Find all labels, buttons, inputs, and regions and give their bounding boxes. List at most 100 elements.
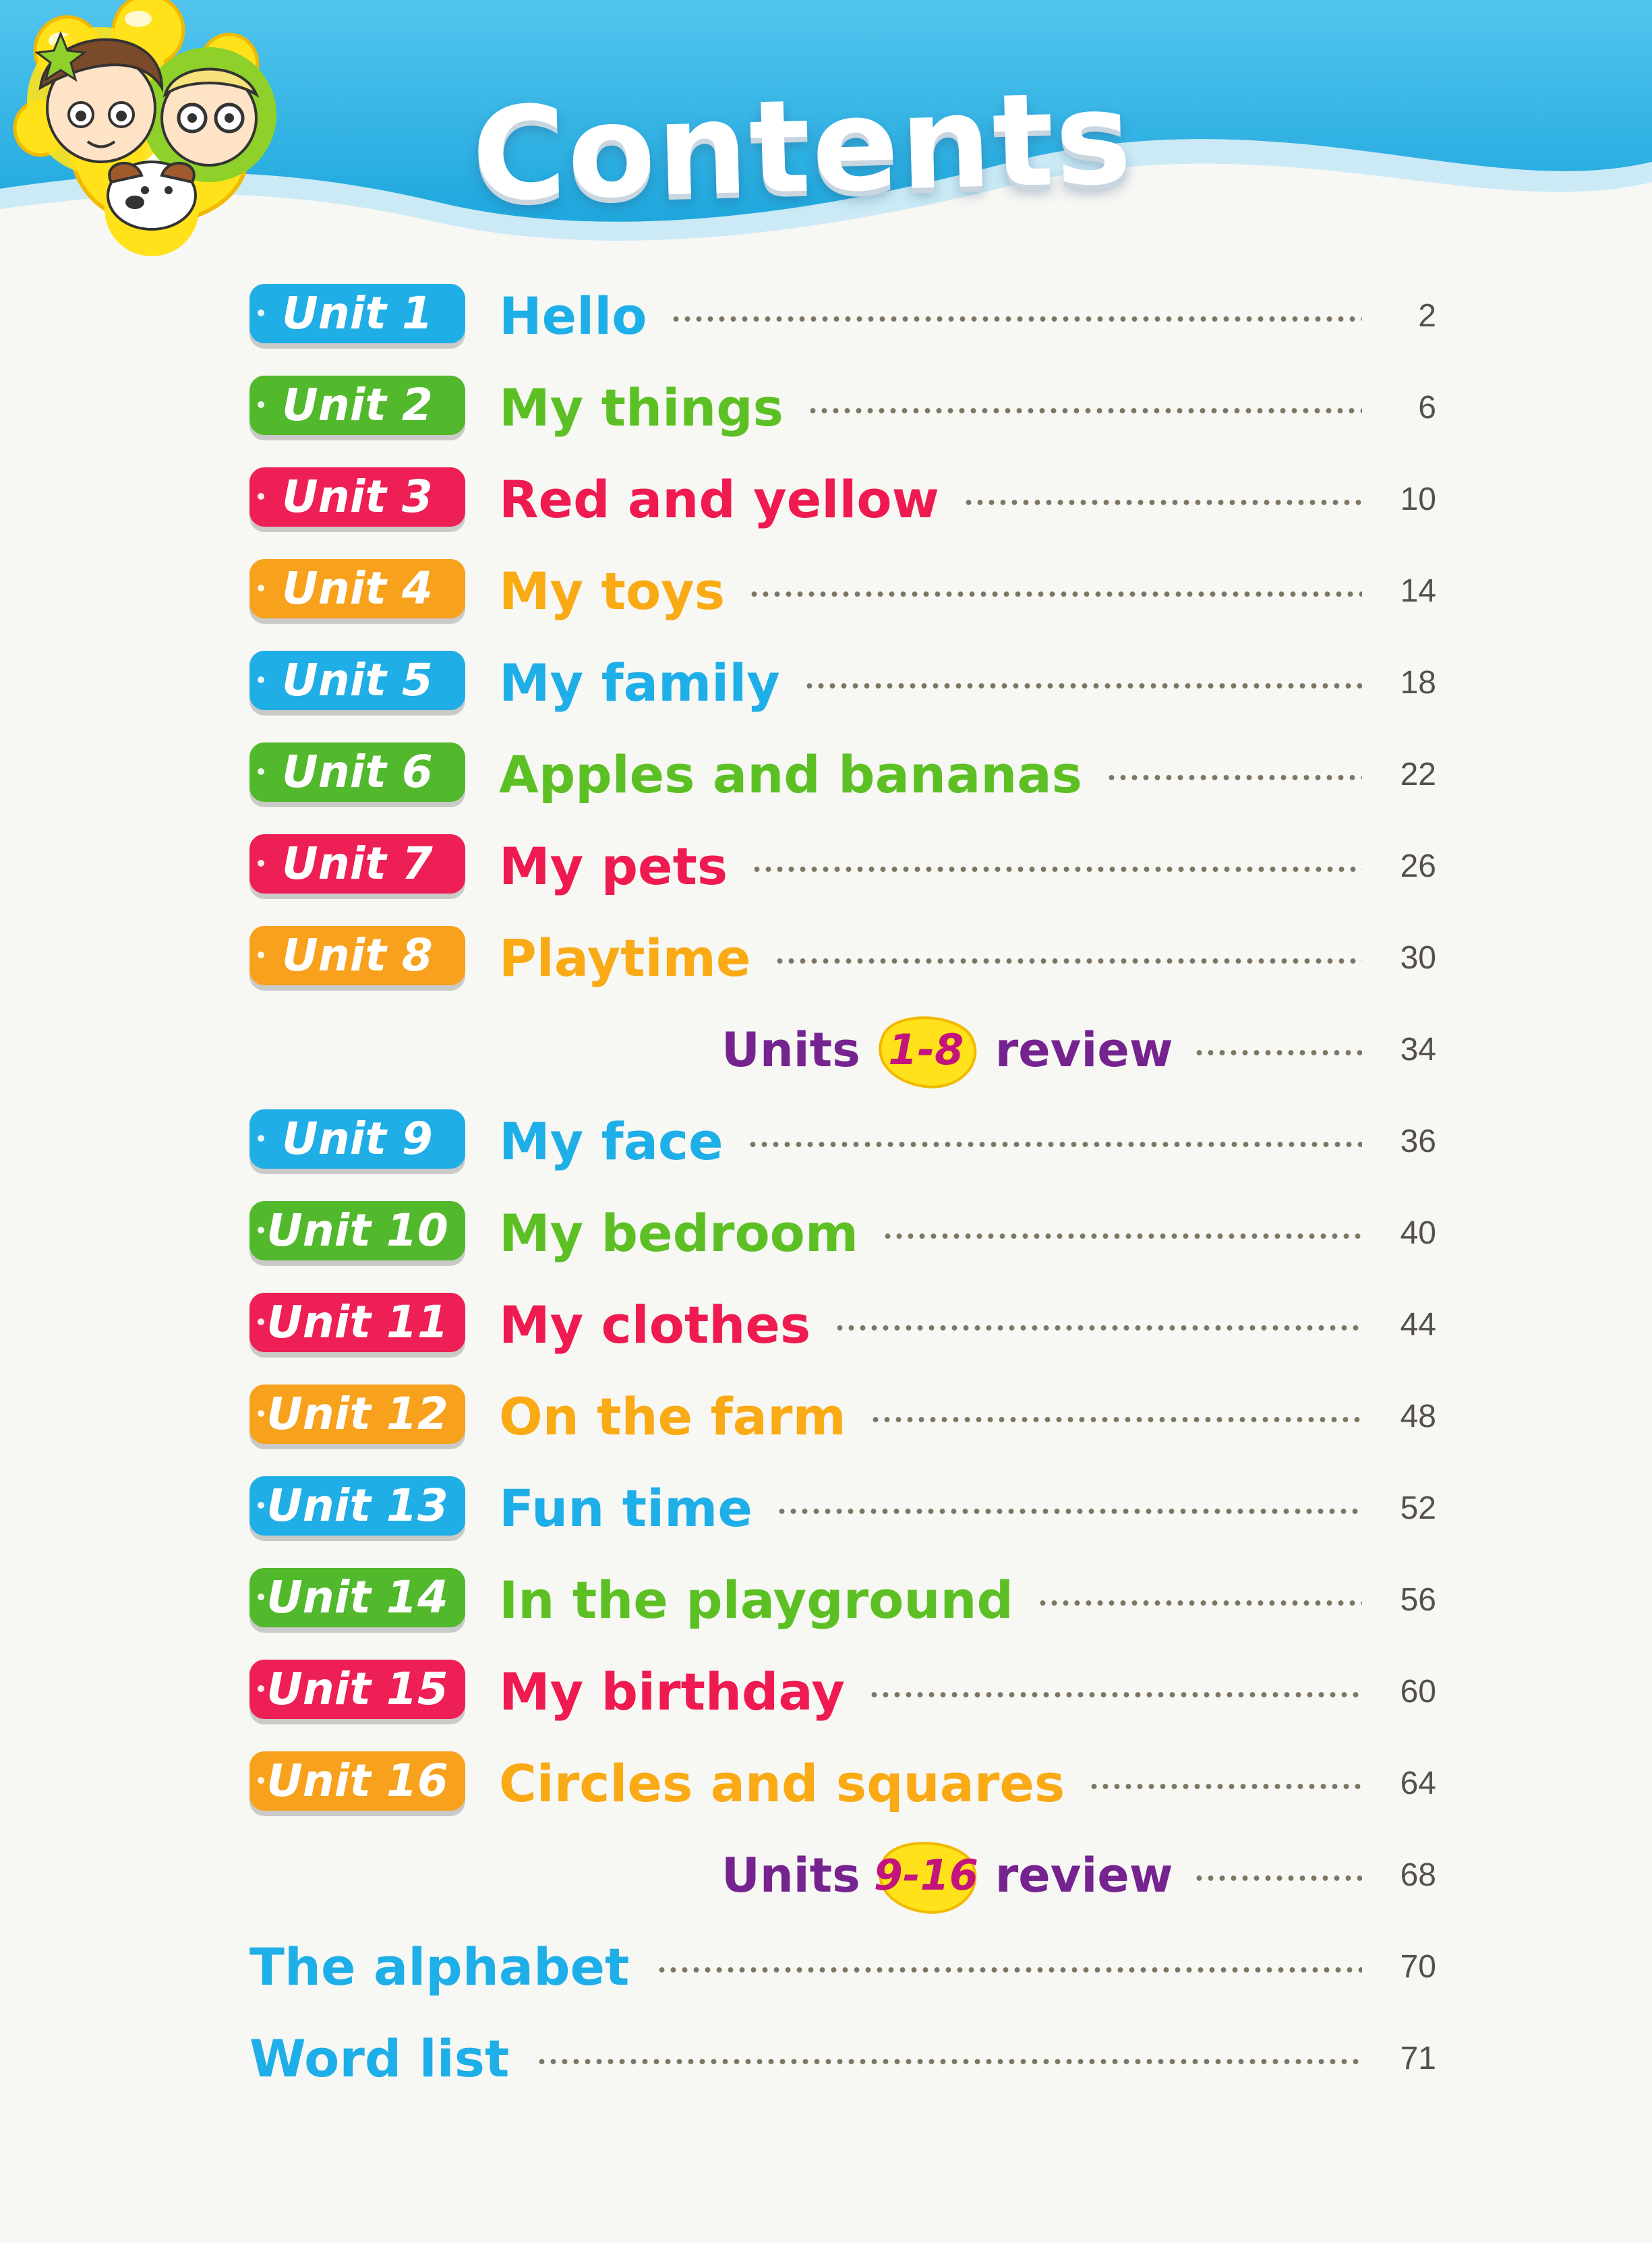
page-number: 34 xyxy=(1400,1032,1436,1068)
leader-dots xyxy=(536,2058,1362,2066)
leader-dots xyxy=(1088,1782,1362,1790)
unit-badge: Unit 10 xyxy=(249,1201,465,1260)
leader-dots xyxy=(1105,774,1362,782)
page-number: 40 xyxy=(1400,1215,1436,1251)
toc-row-review-1[interactable]: Units 1-8 review 34 xyxy=(249,1014,1436,1088)
review-range: 1-8 xyxy=(888,1025,964,1074)
leader-dots xyxy=(774,957,1362,965)
review-word-review: review xyxy=(995,1022,1173,1078)
leader-dots xyxy=(746,1140,1362,1148)
page-number: 48 xyxy=(1400,1399,1436,1434)
unit-title: My pets xyxy=(499,836,728,896)
review-word-units: Units xyxy=(721,1848,860,1903)
page-number: 36 xyxy=(1400,1124,1436,1159)
page-number: 22 xyxy=(1400,757,1436,792)
toc-row-unit-2[interactable]: Unit 2 My things 6 xyxy=(249,372,1436,446)
leader-dots xyxy=(868,1691,1362,1699)
section-title: Word list xyxy=(249,2029,510,2089)
unit-title: My family xyxy=(499,653,780,713)
page-number: 64 xyxy=(1400,1766,1436,1801)
leader-dots xyxy=(1036,1599,1362,1607)
unit-title: Fun time xyxy=(499,1478,753,1538)
page-number: 10 xyxy=(1400,482,1436,517)
unit-badge: Unit 3 xyxy=(249,467,465,527)
toc-row-unit-10[interactable]: Unit 10 My bedroom 40 xyxy=(249,1197,1436,1271)
page-number: 68 xyxy=(1400,1857,1436,1893)
unit-badge: Unit 16 xyxy=(249,1751,465,1811)
toc-row-unit-13[interactable]: Unit 13 Fun time 52 xyxy=(249,1472,1436,1546)
leader-dots xyxy=(751,865,1362,873)
toc-row-unit-14[interactable]: Unit 14 In the playground 56 xyxy=(249,1564,1436,1638)
leader-dots xyxy=(834,1324,1362,1332)
section-title: The alphabet xyxy=(249,1937,630,1997)
unit-badge: Unit 4 xyxy=(249,559,465,618)
toc-row-the-alphabet[interactable]: The alphabet 70 xyxy=(249,1931,1436,2005)
leader-dots xyxy=(748,590,1362,598)
leader-dots xyxy=(882,1232,1362,1240)
toc-row-unit-15[interactable]: Unit 15 My birthday 60 xyxy=(249,1656,1436,1730)
unit-title: My toys xyxy=(499,561,725,621)
page-number: 14 xyxy=(1400,573,1436,609)
unit-title: My bedroom xyxy=(499,1203,859,1263)
unit-badge: Unit 9 xyxy=(249,1109,465,1169)
page-number: 56 xyxy=(1400,1582,1436,1618)
toc-row-unit-12[interactable]: Unit 12 On the farm 48 xyxy=(249,1380,1436,1455)
unit-badge: Unit 11 xyxy=(249,1293,465,1352)
toc-row-unit-3[interactable]: Unit 3 Red and yellow 10 xyxy=(249,463,1436,537)
toc-row-unit-6[interactable]: Unit 6 Apples and bananas 22 xyxy=(249,738,1436,813)
unit-badge: Unit 6 xyxy=(249,742,465,802)
page-number: 2 xyxy=(1418,298,1436,334)
table-of-contents: Unit 1 Hello 2 Unit 2 My things 6 Unit 3 Red an… xyxy=(0,0,1652,2243)
page-number: 26 xyxy=(1400,848,1436,884)
toc-row-unit-16[interactable]: Unit 16 Circles and squares 64 xyxy=(249,1747,1436,1822)
toc-row-unit-7[interactable]: Unit 7 My pets 26 xyxy=(249,830,1436,904)
review-word-review: review xyxy=(995,1848,1173,1903)
leader-dots xyxy=(775,1507,1362,1515)
toc-row-unit-9[interactable]: Unit 9 My face 36 xyxy=(249,1105,1436,1179)
leader-dots xyxy=(1193,1049,1362,1057)
toc-row-unit-11[interactable]: Unit 11 My clothes 44 xyxy=(249,1289,1436,1363)
unit-title: My things xyxy=(499,378,784,438)
unit-title: In the playground xyxy=(499,1570,1013,1630)
unit-title: Playtime xyxy=(499,928,751,988)
unit-title: Circles and squares xyxy=(499,1753,1065,1813)
leader-dots xyxy=(806,407,1362,415)
unit-title: On the farm xyxy=(499,1387,846,1447)
unit-badge: Unit 8 xyxy=(249,926,465,985)
toc-row-unit-1[interactable]: Unit 1 Hello 2 xyxy=(249,280,1436,354)
page-number: 60 xyxy=(1400,1674,1436,1710)
page-number: 30 xyxy=(1400,940,1436,976)
unit-title: Red and yellow xyxy=(499,469,939,529)
page-number: 18 xyxy=(1400,665,1436,701)
toc-row-unit-5[interactable]: Unit 5 My family 18 xyxy=(249,647,1436,721)
page-number: 71 xyxy=(1400,2041,1436,2076)
unit-title: My face xyxy=(499,1111,724,1171)
toc-row-word-list[interactable]: Word list 71 xyxy=(249,2022,1436,2097)
unit-badge: Unit 13 xyxy=(249,1476,465,1536)
unit-badge: Unit 7 xyxy=(249,834,465,894)
page-number: 52 xyxy=(1400,1490,1436,1526)
page-number: 70 xyxy=(1400,1949,1436,1985)
leader-dots xyxy=(869,1416,1362,1424)
leader-dots xyxy=(656,1966,1362,1974)
leader-dots xyxy=(803,682,1362,690)
unit-title: My clothes xyxy=(499,1295,811,1355)
toc-row-review-2[interactable]: Units 9-16 review 68 xyxy=(249,1839,1436,1914)
unit-title: Apples and bananas xyxy=(499,745,1082,805)
toc-row-unit-8[interactable]: Unit 8 Playtime 30 xyxy=(249,922,1436,996)
unit-badge: Unit 14 xyxy=(249,1568,465,1627)
unit-title: Hello xyxy=(499,286,647,346)
unit-badge: Unit 5 xyxy=(249,651,465,710)
review-word-units: Units xyxy=(721,1022,860,1078)
leader-dots xyxy=(670,315,1362,323)
page-number: 6 xyxy=(1418,390,1436,426)
unit-badge: Unit 15 xyxy=(249,1660,465,1719)
unit-title: My birthday xyxy=(499,1662,845,1722)
review-range: 9-16 xyxy=(873,1851,978,1900)
unit-badge: Unit 2 xyxy=(249,376,465,435)
unit-badge: Unit 12 xyxy=(249,1385,465,1444)
leader-dots xyxy=(962,498,1362,506)
unit-badge: Unit 1 xyxy=(249,284,465,343)
page-number: 44 xyxy=(1400,1307,1436,1343)
toc-row-unit-4[interactable]: Unit 4 My toys 14 xyxy=(249,555,1436,629)
